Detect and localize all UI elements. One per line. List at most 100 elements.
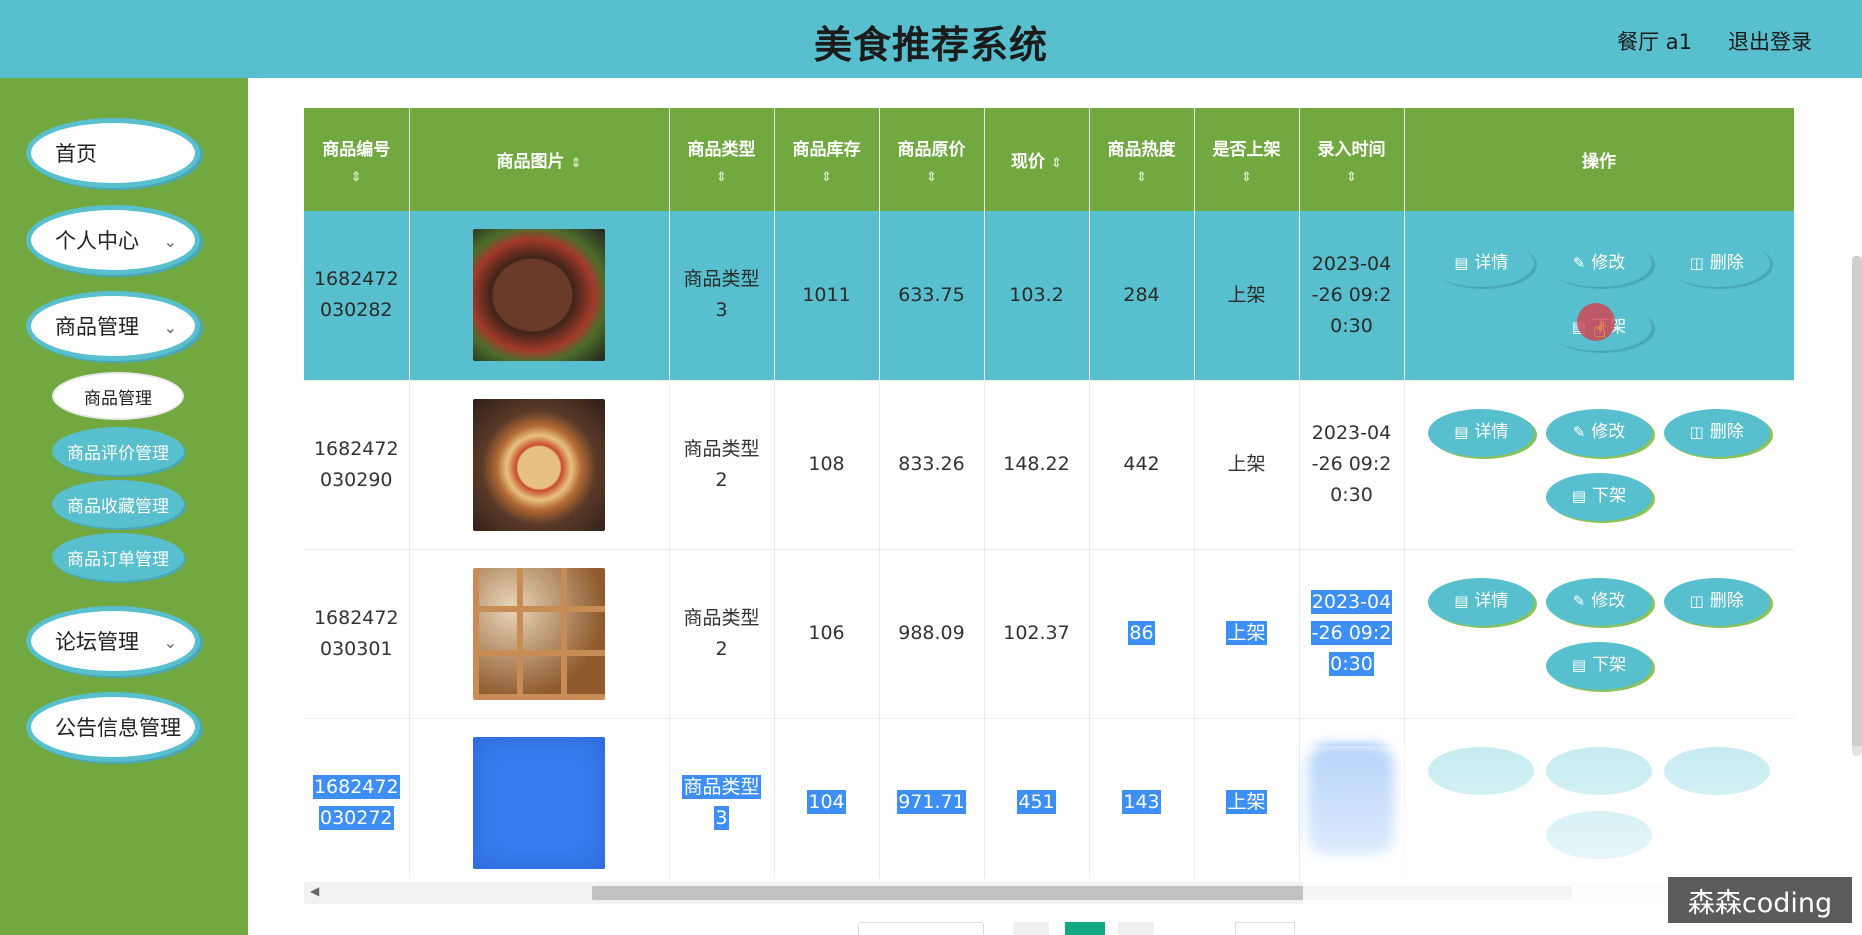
top-header: 美食推荐系统 餐厅 a1 退出登录 — [0, 0, 1862, 78]
table-row[interactable]: 1682472 030290 商品类型 2 108 833.26 148.22 44… — [304, 380, 1794, 550]
sidebar-item-forum[interactable]: 论坛管理 ⌄ — [26, 606, 200, 676]
offshelf-button[interactable]: ▤下架 — [1545, 472, 1652, 521]
cell-id: 1682472 030272 — [304, 718, 410, 878]
cell-price: 148.22 — [984, 380, 1090, 550]
cell-type: 商品类型 2 — [669, 549, 775, 719]
cell-id: 1682472 030290 — [304, 380, 410, 550]
cell-status: 上架 — [1194, 718, 1300, 878]
cell-image — [409, 380, 670, 550]
pencil-icon: ✎ — [1572, 592, 1586, 610]
delete-button[interactable]: ◫ 删除 — [1663, 239, 1770, 288]
sidebar-subitem-product-manage[interactable]: 商品管理 — [52, 372, 184, 420]
page-size-select[interactable] — [858, 922, 984, 935]
current-page-button[interactable] — [1065, 922, 1105, 935]
table-row[interactable]: 1682472 030282 商品类型 3 1011 633.75 103.2 28… — [304, 211, 1794, 381]
pencil-icon: ✎ — [1572, 253, 1586, 272]
sidebar-subitem-product-order[interactable]: 商品订单管理 — [52, 533, 184, 581]
document-icon: ▤ — [1571, 487, 1587, 505]
table-header-row: 商品编号 ⇕ 商品图片 ⇕ 商品类型 ⇕ 商品库存 ⇕ 商品原价 ⇕ 现价 ⇕ 商品热度 ⇕ … — [304, 108, 1794, 211]
cell-stock: 104 — [774, 718, 880, 878]
trash-icon: ◫ — [1689, 423, 1704, 441]
edit-button[interactable]: ✎ 修改 — [1545, 577, 1652, 626]
column-header-status[interactable]: 是否上架 ⇕ — [1194, 108, 1300, 211]
product-image[interactable] — [473, 398, 605, 531]
sort-icon[interactable]: ⇕ — [880, 170, 984, 185]
delete-button[interactable]: ◫ 删除 — [1663, 577, 1770, 626]
offshelf-button[interactable]: ▤下架 — [1545, 641, 1652, 690]
cell-type: 商品类型 3 — [669, 211, 775, 381]
sidebar-item-profile[interactable]: 个人中心 ⌄ — [26, 205, 200, 275]
column-header-time[interactable]: 录入时间 ⇕ — [1299, 108, 1405, 211]
sidebar-item-home[interactable]: 首页 — [26, 118, 200, 188]
delete-button[interactable]: ◫ 删除 — [1663, 408, 1770, 457]
app-title: 美食推荐系统 — [813, 23, 1048, 67]
sidebar-item-label: 论坛管理 — [55, 630, 139, 654]
sort-icon[interactable]: ⇕ — [1051, 156, 1062, 171]
column-header-orig-price[interactable]: 商品原价 ⇕ — [879, 108, 985, 211]
sidebar: 首页 个人中心 ⌄ 商品管理 ⌄ 商品管理 商品评价管理 商品收藏管理 商品订单管理… — [0, 78, 248, 935]
prev-page-button[interactable] — [1013, 922, 1049, 935]
column-header-stock[interactable]: 商品库存 ⇕ — [774, 108, 880, 211]
sort-icon[interactable]: ⇕ — [1090, 170, 1194, 185]
detail-button[interactable]: ▤ 详情 — [1428, 408, 1535, 457]
detail-button[interactable]: ▤ 详情 — [1428, 239, 1535, 288]
sidebar-item-label: 首页 — [55, 142, 97, 166]
table-row[interactable]: 1682472 030301 商品类型 2 106 988.09 102.37 86… — [304, 549, 1794, 719]
cell-orig-price: 633.75 — [879, 211, 985, 381]
cell-status: 上架 — [1194, 380, 1300, 550]
cell-image — [409, 211, 670, 381]
product-image[interactable] — [473, 736, 605, 869]
vertical-scrollbar[interactable] — [1852, 256, 1862, 756]
watermark: 森森coding — [1668, 877, 1852, 923]
cell-price: 103.2 — [984, 211, 1090, 381]
cell-id: 1682472 030282 — [304, 211, 410, 381]
next-page-button[interactable] — [1118, 922, 1154, 935]
column-header-id[interactable]: 商品编号 ⇕ — [304, 108, 410, 211]
document-icon: ▤ — [1454, 253, 1469, 272]
detail-button[interactable]: ▤ 详情 — [1428, 577, 1535, 626]
cell-orig-price: 833.26 — [879, 380, 985, 550]
cell-actions: ▤详情 ✎修改 ◫删除 ▤下架 — [1404, 380, 1794, 550]
cell-orig-price: 971.71 — [879, 718, 985, 878]
sidebar-subitem-product-favorite[interactable]: 商品收藏管理 — [52, 480, 184, 528]
sort-icon[interactable]: ⇕ — [670, 170, 774, 185]
cell-time: 2023-04 -26 09:2 0:30 — [1299, 380, 1405, 550]
trash-icon: ◫ — [1689, 253, 1704, 272]
sidebar-item-notice[interactable]: 公告信息管理 — [26, 692, 200, 762]
column-header-price[interactable]: 现价 ⇕ — [984, 108, 1090, 211]
logout-link[interactable]: 退出登录 — [1728, 26, 1812, 56]
product-image[interactable] — [473, 567, 605, 700]
document-icon: ▤ — [1454, 423, 1469, 441]
cell-image — [409, 549, 670, 719]
pencil-icon: ✎ — [1572, 423, 1586, 441]
edit-button[interactable]: ✎ 修改 — [1545, 408, 1652, 457]
product-image[interactable] — [473, 229, 605, 362]
column-header-image[interactable]: 商品图片 ⇕ — [409, 108, 670, 211]
sort-icon[interactable]: ⇕ — [1195, 170, 1299, 185]
cell-id: 1682472 030301 — [304, 549, 410, 719]
document-icon: ▤ — [1454, 592, 1469, 610]
sort-icon[interactable]: ⇕ — [775, 170, 879, 185]
cell-image — [409, 718, 670, 878]
cell-stock: 1011 — [774, 211, 880, 381]
scroll-left-icon[interactable]: ◀ — [310, 884, 319, 898]
cell-orig-price: 988.09 — [879, 549, 985, 719]
sort-icon[interactable]: ⇕ — [571, 156, 582, 171]
cell-stock: 106 — [774, 549, 880, 719]
column-header-type[interactable]: 商品类型 ⇕ — [669, 108, 775, 211]
cell-actions: ▤详情 ✎修改 ◫删除 ▤下架 — [1404, 211, 1794, 381]
chevron-down-icon: ⌄ — [163, 232, 177, 251]
sort-icon[interactable]: ⇕ — [1300, 170, 1404, 185]
goto-page-input[interactable] — [1235, 922, 1295, 935]
sidebar-subitem-product-review[interactable]: 商品评价管理 — [52, 427, 184, 475]
sort-icon[interactable]: ⇕ — [304, 170, 409, 185]
cell-price: 451 — [984, 718, 1090, 878]
sidebar-item-label: 个人中心 — [55, 229, 139, 253]
cell-type: 商品类型 2 — [669, 380, 775, 550]
column-header-hot[interactable]: 商品热度 ⇕ — [1089, 108, 1195, 211]
current-user: 餐厅 a1 — [1617, 30, 1692, 54]
column-header-actions: 操作 — [1404, 108, 1794, 211]
sidebar-item-products[interactable]: 商品管理 ⌄ — [26, 291, 200, 361]
chevron-down-icon: ⌄ — [163, 633, 177, 652]
edit-button[interactable]: ✎ 修改 — [1545, 239, 1652, 288]
